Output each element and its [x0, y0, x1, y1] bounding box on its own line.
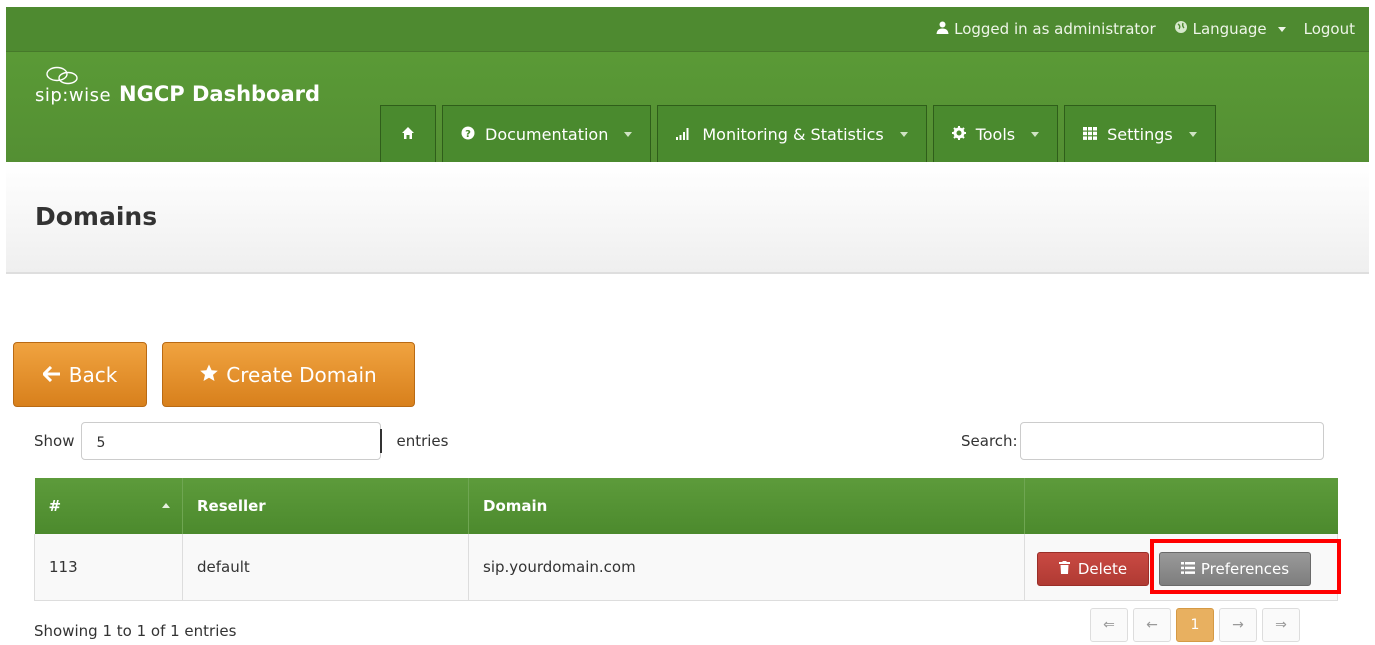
- user-icon: [936, 20, 949, 38]
- home-icon: [401, 125, 415, 144]
- chevron-down-icon: [1031, 131, 1040, 137]
- trash-icon: [1058, 560, 1070, 578]
- main-nav: ? Documentation Monitoring & Statistics …: [380, 105, 1216, 162]
- pager-page-current[interactable]: 1: [1176, 608, 1214, 642]
- table-info: Showing 1 to 1 of 1 entries: [34, 622, 237, 640]
- cell-id: 113: [34, 534, 183, 601]
- chevron-down-icon: [1188, 131, 1197, 137]
- select-handle: [380, 429, 383, 453]
- back-button[interactable]: Back: [13, 342, 147, 407]
- cell-domain: sip.yourdomain.com: [468, 534, 1025, 601]
- entries-label: entries: [396, 432, 449, 450]
- nav-settings-label: Settings: [1107, 124, 1173, 144]
- page-header: Domains: [6, 162, 1369, 274]
- page-size-value: 5: [96, 435, 106, 451]
- logged-in-text: Logged in as administrator: [954, 20, 1156, 38]
- delete-label: Delete: [1077, 560, 1128, 578]
- column-header-actions: [1025, 478, 1338, 534]
- signal-bars-icon: [676, 125, 692, 144]
- grid-icon: [1083, 125, 1098, 144]
- pager-previous[interactable]: ←: [1133, 608, 1171, 642]
- nav-monitoring-label: Monitoring & Statistics: [702, 124, 884, 144]
- page-title: Domains: [35, 202, 158, 231]
- star-icon: [200, 363, 219, 387]
- logout-label: Logout: [1303, 20, 1355, 38]
- search-control: Search:: [961, 422, 1324, 460]
- language-dropdown[interactable]: Language: [1174, 20, 1286, 38]
- pager-first[interactable]: ⇐: [1090, 608, 1128, 642]
- create-domain-label: Create Domain: [226, 362, 377, 387]
- pager-last[interactable]: ⇒: [1262, 608, 1300, 642]
- nav-tools[interactable]: Tools: [932, 105, 1059, 162]
- page-size-control: Show 5 entries: [34, 422, 448, 460]
- create-domain-button[interactable]: Create Domain: [162, 342, 415, 407]
- question-circle-icon: ?: [461, 125, 475, 144]
- globe-icon: [1174, 20, 1188, 38]
- chevron-down-icon: [624, 131, 633, 137]
- main-header: sip:wise NGCP Dashboard ? Documentation …: [6, 51, 1369, 162]
- language-label: Language: [1192, 20, 1267, 38]
- arrow-left-icon: [41, 363, 61, 387]
- nav-settings[interactable]: Settings: [1064, 105, 1216, 162]
- cell-reseller: default: [182, 534, 469, 601]
- nav-monitoring[interactable]: Monitoring & Statistics: [657, 105, 927, 162]
- sort-ascending-icon: [162, 503, 170, 508]
- nav-documentation[interactable]: ? Documentation: [442, 105, 652, 162]
- domains-table: # Reseller Domain 113 default sip.yourdo…: [34, 478, 1338, 601]
- column-header-id[interactable]: #: [34, 478, 183, 534]
- table-header-row: # Reseller Domain: [34, 478, 1338, 534]
- pager-next[interactable]: →: [1219, 608, 1257, 642]
- pagination: ⇐ ← 1 → ⇒: [1090, 608, 1300, 642]
- nav-home[interactable]: [380, 105, 436, 162]
- search-label: Search:: [961, 432, 1018, 450]
- chevron-down-icon: [899, 131, 908, 137]
- back-label: Back: [68, 362, 118, 387]
- user-bar: Logged in as administrator Language Logo…: [6, 7, 1369, 51]
- table-row: 113 default sip.yourdomain.com Delete Pr…: [34, 534, 1338, 601]
- brand[interactable]: sip:wise NGCP Dashboard: [35, 66, 321, 106]
- sipwise-logo: sip:wise: [35, 66, 112, 106]
- chevron-down-icon: [1277, 26, 1286, 32]
- svg-text:?: ?: [465, 129, 471, 140]
- nav-tools-label: Tools: [975, 124, 1016, 144]
- search-input[interactable]: [1019, 422, 1324, 460]
- preferences-highlight-box: [1150, 539, 1341, 594]
- column-header-reseller[interactable]: Reseller: [182, 478, 469, 534]
- logged-in-status: Logged in as administrator: [936, 20, 1156, 38]
- logout-link[interactable]: Logout: [1304, 20, 1355, 38]
- delete-button[interactable]: Delete: [1037, 552, 1149, 586]
- logo-text: sip:wise: [35, 85, 112, 106]
- column-header-domain[interactable]: Domain: [468, 478, 1025, 534]
- show-label: Show: [34, 432, 75, 450]
- page-size-select[interactable]: 5: [81, 422, 383, 460]
- app-title: NGCP Dashboard: [119, 82, 321, 106]
- gear-icon: [951, 125, 966, 144]
- nav-documentation-label: Documentation: [485, 124, 609, 144]
- speech-bubbles-icon: [46, 66, 78, 85]
